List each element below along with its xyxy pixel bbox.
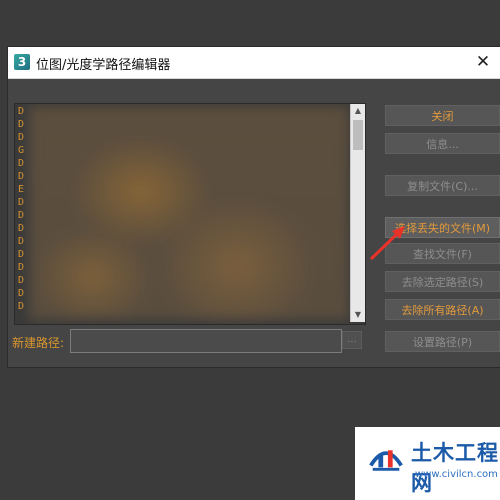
strip-selected-paths-button[interactable]: 去除选定路径(S) xyxy=(385,271,500,292)
scroll-up-icon[interactable]: ▲ xyxy=(351,104,365,118)
copy-files-button[interactable]: 复制文件(C)... xyxy=(385,175,500,196)
window-title: 位图/光度学路径编辑器 xyxy=(36,58,171,73)
watermark: 土木工程网 www.civilcn.com xyxy=(355,427,500,500)
strip-all-paths-button[interactable]: 去除所有路径(A) xyxy=(385,299,500,320)
new-path-label: 新建路径: xyxy=(12,336,65,350)
close-button[interactable]: 关闭 xyxy=(385,105,500,126)
browse-path-button[interactable]: ... xyxy=(342,331,362,349)
vertical-scrollbar[interactable]: ▲ ▼ xyxy=(350,104,365,322)
set-path-button[interactable]: 设置路径(P) xyxy=(385,331,500,352)
new-path-input[interactable] xyxy=(70,329,342,353)
select-missing-files-button[interactable]: 选择丢失的文件(M) xyxy=(385,217,500,238)
watermark-url: www.civilcn.com xyxy=(415,469,498,480)
file-path-list[interactable]: DDDGDDEDDDDDDDDD ▲ ▼ xyxy=(14,103,366,325)
info-button[interactable]: 信息... xyxy=(385,133,500,154)
find-files-button[interactable]: 查找文件(F) xyxy=(385,243,500,264)
blurred-paths xyxy=(29,106,349,320)
scroll-down-icon[interactable]: ▼ xyxy=(351,308,365,322)
scroll-thumb[interactable] xyxy=(353,120,363,150)
app-icon: 3 xyxy=(14,54,30,70)
close-icon[interactable]: ✕ xyxy=(473,52,493,72)
watermark-brand: 土木工程网 xyxy=(411,441,499,495)
civilcn-logo-icon xyxy=(369,450,403,471)
bitmap-path-editor-dialog: 3 位图/光度学路径编辑器 ✕ DDDGDDEDDDDDDDDD ▲ ▼ 关闭 … xyxy=(7,46,500,368)
title-bar[interactable]: 3 位图/光度学路径编辑器 ✕ xyxy=(8,47,500,79)
